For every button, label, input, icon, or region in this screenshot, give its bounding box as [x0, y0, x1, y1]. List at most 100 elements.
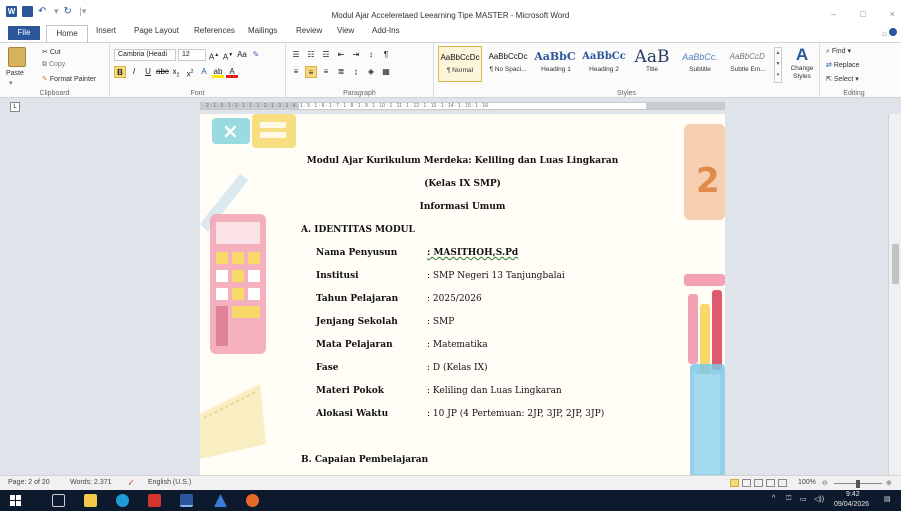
font-color-icon[interactable]: A [226, 66, 238, 78]
document-page[interactable]: × 2 Modul Ajar Kurikulum Merdeka: Kelili… [200, 114, 725, 475]
title-bar: W ↶ ▾ ↻ |▾ Modul Ajar Acceleretaed Leear… [0, 0, 901, 24]
grow-font-icon[interactable]: A▲ [208, 49, 220, 62]
scrollbar-thumb[interactable] [892, 244, 899, 284]
style-subtle-emphasis[interactable]: AaBbCcD Subtle Em... [726, 46, 770, 82]
line-spacing-icon[interactable]: ↨ [350, 66, 362, 78]
bullets-icon[interactable]: ☰ [290, 49, 302, 61]
change-case-icon[interactable]: Aa [236, 49, 248, 61]
start-icon[interactable] [10, 495, 21, 506]
select-button[interactable]: ⇱ Select ▾ [826, 75, 859, 83]
zoom-slider-thumb[interactable] [856, 480, 860, 488]
justify-icon[interactable]: ≣ [335, 66, 347, 78]
replace-button[interactable]: ⇄ Replace [826, 61, 860, 69]
page-count[interactable]: Page: 2 of 20 [8, 479, 50, 486]
underline-icon[interactable]: U [142, 66, 154, 78]
style-title[interactable]: AaB Title [630, 46, 674, 82]
help-icon[interactable]: ⌂ [882, 28, 897, 38]
tab-selector-button[interactable]: L [10, 102, 20, 112]
change-styles-button[interactable]: A Change Styles [786, 45, 818, 81]
zoom-in-icon[interactable]: ⊕ [886, 479, 892, 487]
word-count[interactable]: Words: 2.371 [70, 479, 112, 486]
field-label-topic: Materi Pokok [316, 386, 384, 396]
style-normal[interactable]: AaBbCcDc ¶ Normal [438, 46, 482, 82]
style-heading-1[interactable]: AaBbC Heading 1 [534, 46, 578, 82]
horizontal-ruler[interactable]: · 2 · 1 · 3 · 1 · 2 · 1 · 1 · 1 · 2 · 1 … [200, 102, 725, 110]
vertical-scrollbar[interactable] [888, 114, 901, 475]
full-screen-reading-icon[interactable] [742, 479, 751, 487]
paragraph-group-label: Paragraph [343, 90, 376, 97]
sort-icon[interactable]: ↕ [365, 49, 377, 61]
tab-insert[interactable]: Insert [96, 26, 116, 35]
superscript-icon[interactable]: x2 [184, 66, 196, 79]
text-effects-icon[interactable]: A [198, 66, 210, 78]
tab-view[interactable]: View [337, 26, 354, 35]
highlight-icon[interactable]: ab [212, 66, 224, 78]
paste-icon[interactable] [8, 47, 26, 67]
tab-references[interactable]: References [194, 26, 235, 35]
bold-icon[interactable]: B [114, 66, 126, 78]
show-hide-icon[interactable]: ¶ [380, 49, 392, 61]
battery-icon[interactable]: ▭ [800, 495, 807, 503]
chrome-icon[interactable] [246, 494, 259, 507]
shading-icon[interactable]: ◈ [365, 66, 377, 78]
clear-format-icon[interactable]: ✎ [250, 49, 262, 61]
italic-icon[interactable]: I [128, 66, 140, 78]
field-label-school-level: Jenjang Sekolah [316, 317, 398, 327]
multilevel-list-icon[interactable]: ☲ [320, 49, 332, 61]
document-content[interactable]: Modul Ajar Kurikulum Merdeka: Keliling d… [200, 114, 725, 475]
tab-page-layout[interactable]: Page Layout [134, 26, 179, 35]
tab-mailings[interactable]: Mailings [248, 26, 277, 35]
shrink-font-icon[interactable]: A▼ [222, 49, 234, 62]
tab-add-ins[interactable]: Add-Ins [372, 26, 400, 35]
draft-icon[interactable] [778, 479, 787, 487]
app-icon[interactable] [214, 494, 227, 507]
tab-home[interactable]: Home [46, 25, 88, 42]
style-no-spacing[interactable]: AaBbCcDc ¶ No Spaci... [486, 46, 530, 82]
pdf-reader-icon[interactable] [148, 494, 161, 507]
file-explorer-icon[interactable] [84, 494, 97, 507]
notifications-icon[interactable]: ▤ [884, 495, 891, 503]
align-right-icon[interactable]: ≡ [320, 66, 332, 78]
volume-icon[interactable]: ◁)) [814, 495, 824, 503]
paste-button[interactable]: Paste [6, 70, 24, 77]
outline-icon[interactable] [766, 479, 775, 487]
copy-button[interactable]: ⧉ Copy [42, 61, 65, 69]
proofing-icon[interactable]: ✓̸ [128, 479, 134, 487]
edge-icon[interactable] [116, 494, 129, 507]
zoom-out-icon[interactable]: ⊖ [822, 479, 828, 487]
increase-indent-icon[interactable]: ⇥ [350, 49, 362, 61]
font-name-select[interactable]: Cambria (Headi [114, 49, 176, 61]
ribbon: Paste ▾ ✂ Cut ⧉ Copy ✎ Format Painter Cl… [0, 42, 901, 99]
close-button[interactable]: × [890, 9, 895, 19]
style-heading-2[interactable]: AaBbCc Heading 2 [582, 46, 626, 82]
maximize-button[interactable]: □ [860, 9, 865, 19]
print-layout-icon[interactable] [730, 479, 739, 487]
tray-overflow-icon[interactable]: ^ [772, 495, 775, 502]
find-button[interactable]: ⌕ Find ▾ [826, 47, 851, 56]
decrease-indent-icon[interactable]: ⇤ [335, 49, 347, 61]
web-layout-icon[interactable] [754, 479, 763, 487]
task-view-icon[interactable] [52, 494, 65, 507]
style-subtitle[interactable]: AaBbCc. Subtitle [678, 46, 722, 82]
cut-button[interactable]: ✂ Cut [42, 48, 61, 56]
clock-date[interactable]: 09/04/2026 [834, 501, 869, 508]
subscript-icon[interactable]: x2 [170, 66, 182, 79]
cut-icon: ✂ [42, 49, 48, 56]
language-indicator[interactable]: English (U.S.) [148, 479, 191, 486]
numbering-icon[interactable]: ☷ [305, 49, 317, 61]
zoom-level[interactable]: 100% [798, 479, 816, 486]
styles-scroll[interactable]: ▲ ▼ ▾ [774, 47, 782, 83]
format-painter-button[interactable]: ✎ Format Painter [42, 75, 96, 83]
font-size-select[interactable]: 12 [178, 49, 206, 61]
word-taskbar-icon[interactable] [180, 494, 193, 507]
document-title: Modul Ajar Kurikulum Merdeka: Keliling d… [306, 156, 619, 166]
align-center-icon[interactable]: ≡ [305, 66, 317, 78]
align-left-icon[interactable]: ≡ [290, 66, 302, 78]
network-icon[interactable]: ⏍ [786, 495, 791, 503]
tab-review[interactable]: Review [296, 26, 322, 35]
tab-file[interactable]: File [8, 26, 40, 40]
strikethrough-icon[interactable]: abc [156, 66, 169, 78]
minimize-button[interactable]: – [831, 9, 836, 19]
clock-time[interactable]: 9:42 [846, 491, 860, 498]
borders-icon[interactable]: ▦ [380, 66, 392, 78]
